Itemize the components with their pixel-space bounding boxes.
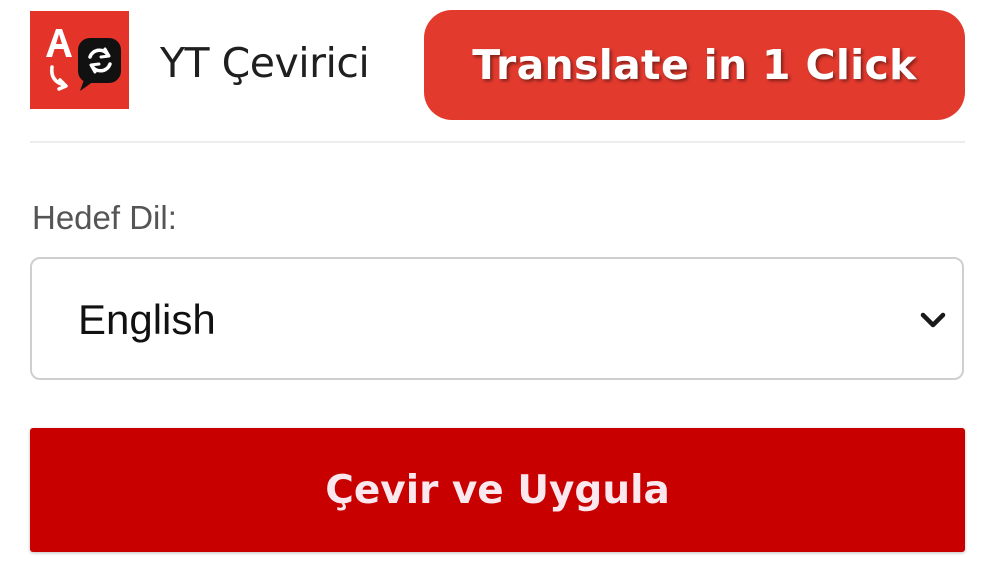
header-divider — [30, 141, 965, 143]
app-logo — [30, 11, 129, 109]
promo-badge: Translate in 1 Click — [424, 10, 965, 120]
promo-text: Translate in 1 Click — [472, 41, 917, 89]
target-language-label: Hedef Dil: — [32, 199, 177, 236]
target-language-value: English — [78, 296, 216, 343]
target-language-select[interactable]: English — [30, 257, 964, 380]
chevron-down-icon — [920, 312, 946, 328]
app-title: YT Çevirici — [160, 39, 370, 87]
translate-apply-label: Çevir ve Uygula — [325, 467, 670, 513]
translate-apply-button[interactable]: Çevir ve Uygula — [30, 428, 965, 552]
translate-app-logo-icon — [30, 11, 129, 109]
